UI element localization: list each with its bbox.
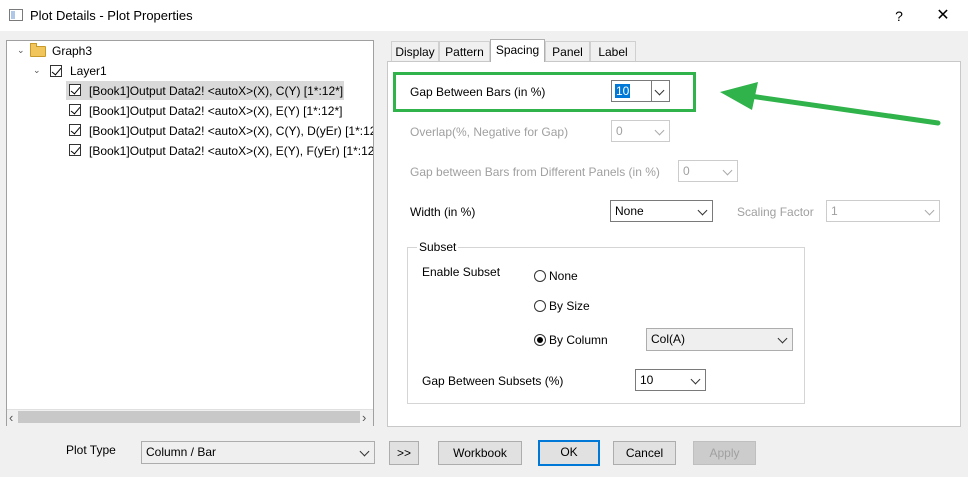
plot-checkbox[interactable] [69, 104, 81, 116]
chevron-down-icon[interactable]: ⌄ [17, 46, 26, 55]
close-button[interactable]: ✕ [930, 6, 956, 26]
radio-none[interactable] [534, 270, 546, 282]
radio-by-size[interactable] [534, 300, 546, 312]
enable-subset-label: Enable Subset [422, 265, 501, 279]
width-combo[interactable]: None [610, 200, 713, 222]
annotation-arrow-icon [720, 82, 941, 126]
subset-column-value: Col(A) [651, 332, 686, 346]
tree-node-plot-2[interactable]: [Book1]Output Data2! <autoX>(X), E(Y) [1… [89, 104, 342, 118]
tree-node-plot-3[interactable]: [Book1]Output Data2! <autoX>(X), C(Y), D… [89, 124, 373, 138]
scaling-factor-label: Scaling Factor [737, 205, 814, 219]
radio-by-size-label[interactable]: By Size [549, 299, 590, 313]
radio-by-column-label[interactable]: By Column [549, 333, 608, 347]
tree-node-layer[interactable]: Layer1 [70, 64, 107, 78]
gap-panels-value: 0 [683, 164, 690, 178]
subset-group-title: Subset [417, 240, 459, 254]
chevron-down-icon[interactable]: ⌄ [33, 66, 42, 75]
chevron-down-icon[interactable] [357, 442, 374, 462]
scroll-right-icon[interactable]: › [362, 410, 366, 425]
tab-label[interactable]: Label [590, 41, 636, 61]
gap-between-subsets-value: 10 [640, 373, 654, 387]
tree-node-plot-1[interactable]: [Book1]Output Data2! <autoX>(X), C(Y) [1… [89, 84, 343, 98]
chevron-down-icon[interactable] [688, 370, 705, 390]
tab-spacing[interactable]: Spacing [490, 39, 545, 62]
plot-type-combo[interactable]: Column / Bar [141, 441, 375, 464]
tree-node-graph[interactable]: Graph3 [52, 44, 92, 58]
width-value: None [615, 204, 644, 218]
plot-type-label: Plot Type [66, 443, 116, 457]
chevron-down-icon [922, 201, 939, 221]
window-title: Plot Details - Plot Properties [30, 8, 193, 23]
scaling-factor-value: 1 [831, 204, 838, 218]
gap-between-subsets-label: Gap Between Subsets (%) [422, 374, 564, 388]
workbook-button[interactable]: Workbook [438, 441, 522, 465]
plot-type-value: Column / Bar [146, 445, 217, 459]
plot-checkbox[interactable] [69, 144, 81, 156]
highlight-box [393, 72, 696, 112]
folder-icon [30, 43, 46, 57]
scaling-factor-combo[interactable]: 1 [826, 200, 940, 222]
chevron-down-icon [652, 121, 669, 141]
chevron-down-icon [720, 161, 737, 181]
chevron-down-icon[interactable] [695, 201, 712, 221]
gap-panels-combo[interactable]: 0 [678, 160, 738, 182]
tab-display[interactable]: Display [391, 41, 439, 61]
tree-node-plot-4[interactable]: [Book1]Output Data2! <autoX>(X), E(Y), F… [89, 144, 373, 158]
width-label: Width (in %) [410, 205, 476, 219]
gap-panels-label: Gap between Bars from Different Panels (… [410, 165, 660, 179]
tab-panel[interactable]: Panel [545, 41, 590, 61]
ok-button[interactable]: OK [538, 440, 600, 466]
help-button[interactable]: ? [886, 6, 912, 26]
overlap-combo[interactable]: 0 [611, 120, 670, 142]
apply-button[interactable]: Apply [693, 441, 756, 465]
overlap-label: Overlap(%, Negative for Gap) [410, 125, 569, 139]
scroll-left-icon[interactable]: ‹ [9, 410, 13, 425]
subset-column-combo[interactable]: Col(A) [646, 328, 793, 351]
overlap-value: 0 [616, 124, 623, 138]
plot-checkbox[interactable] [69, 84, 81, 96]
plot-checkbox[interactable] [69, 124, 81, 136]
cancel-button[interactable]: Cancel [613, 441, 676, 465]
scrollbar-thumb[interactable] [18, 411, 360, 423]
radio-none-label[interactable]: None [549, 269, 578, 283]
chevron-down-icon[interactable] [775, 329, 792, 349]
gap-between-subsets-combo[interactable]: 10 [635, 369, 706, 391]
tab-pattern[interactable]: Pattern [439, 41, 490, 61]
radio-by-column[interactable] [534, 334, 546, 346]
plot-details-icon [9, 9, 23, 21]
layer-checkbox[interactable] [50, 65, 62, 77]
more-button[interactable]: >> [389, 441, 419, 465]
